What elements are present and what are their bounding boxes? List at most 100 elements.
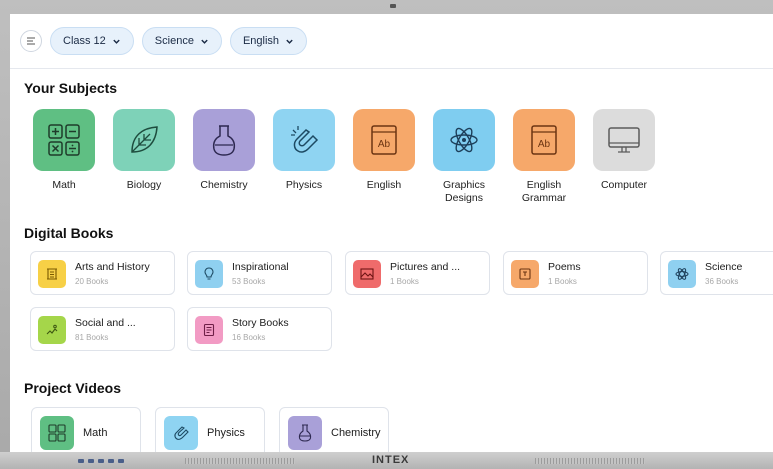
- subject-label: English: [366, 179, 402, 191]
- video-icon: [40, 416, 74, 450]
- video-card-chemistry[interactable]: Chemistry: [279, 407, 389, 452]
- brand-logo: INTEX: [372, 454, 410, 466]
- books-heading: Digital Books: [24, 225, 114, 241]
- book-title: Story Books: [232, 317, 289, 329]
- video-label: Physics: [207, 427, 245, 439]
- social-icon: [46, 324, 58, 335]
- book-title: Poems: [548, 261, 581, 273]
- subject-label: Math: [52, 179, 76, 191]
- subject-label: Computer: [600, 179, 648, 191]
- subject-tile: Ab: [353, 109, 415, 171]
- video-label: Chemistry: [331, 427, 381, 439]
- subject-computer[interactable]: Computer: [584, 109, 664, 205]
- camera-icon: [390, 4, 396, 8]
- book-card-pictures[interactable]: Pictures and ... 1 Books: [345, 251, 490, 295]
- top-bar: Class 12 Science English: [10, 14, 773, 68]
- scroll-icon: [47, 268, 57, 280]
- book-card-inspirational[interactable]: Inspirational 53 Books: [187, 251, 332, 295]
- magnet-icon: [174, 426, 189, 440]
- ab-book-icon: Ab: [531, 125, 557, 155]
- subject-math[interactable]: Math: [24, 109, 104, 205]
- speaker-grille-right: [535, 458, 645, 464]
- subjects-row: Math Biology Chemistry Physics Ab Englis…: [24, 109, 664, 205]
- book-title: Arts and History: [75, 261, 150, 273]
- videos-heading: Project Videos: [24, 380, 122, 396]
- book-count: 53 Books: [232, 277, 266, 286]
- book-icon: [668, 260, 696, 288]
- subject-tile: [433, 109, 495, 171]
- class-filter[interactable]: Class 12: [50, 27, 134, 55]
- book-count: 1 Books: [548, 277, 577, 286]
- subject-physics[interactable]: Physics: [264, 109, 344, 205]
- app-screen: Class 12 Science English Your Subjects M…: [10, 14, 773, 452]
- book-count: 36 Books: [705, 277, 739, 286]
- video-icon: [164, 416, 198, 450]
- book-count: 16 Books: [232, 333, 266, 342]
- book-card-poems[interactable]: Poems 1 Books: [503, 251, 648, 295]
- book-card-social[interactable]: Social and ... 81 Books: [30, 307, 175, 351]
- leaf-icon: [131, 126, 158, 153]
- svg-text:Ab: Ab: [378, 139, 391, 150]
- atom-icon: [450, 127, 478, 153]
- speaker-grille-left: [185, 458, 295, 464]
- subject-tile: [593, 109, 655, 171]
- book-icon: [195, 260, 223, 288]
- book-card-science[interactable]: Science 36 Books: [660, 251, 773, 295]
- bulb-icon: [204, 267, 214, 280]
- subject-tile: [113, 109, 175, 171]
- stream-filter[interactable]: Science: [141, 27, 222, 55]
- book-count: 1 Books: [390, 277, 419, 286]
- subjects-heading: Your Subjects: [24, 80, 118, 96]
- magnet-icon: [291, 126, 319, 153]
- book-card-arts-history[interactable]: Arts and History 20 Books: [30, 251, 175, 295]
- book-title: Inspirational: [232, 261, 289, 273]
- video-label: Math: [83, 427, 108, 439]
- book-card-story-books[interactable]: Story Books 16 Books: [187, 307, 332, 351]
- language-filter-label: English: [242, 35, 280, 47]
- story-icon: [203, 323, 215, 337]
- subject-label: Biology: [126, 179, 162, 191]
- subject-label: English Grammar: [521, 179, 567, 204]
- subject-tile: [193, 109, 255, 171]
- monitor-icon: [608, 127, 640, 153]
- front-ports: [78, 459, 124, 463]
- atom-icon: [675, 268, 689, 280]
- book-icon: [38, 316, 66, 344]
- flask-icon: [298, 424, 312, 442]
- chevron-down-icon: [286, 39, 293, 44]
- book-icon: [195, 316, 223, 344]
- book-title: Social and ...: [75, 317, 136, 329]
- video-card-physics[interactable]: Physics: [155, 407, 265, 452]
- book-title: Science: [705, 261, 743, 273]
- book-count: 20 Books: [75, 277, 109, 286]
- book-icon: [353, 260, 381, 288]
- subject-label: Graphics Designs: [442, 179, 485, 204]
- subject-biology[interactable]: Biology: [104, 109, 184, 205]
- picture-icon: [360, 268, 374, 280]
- poem-icon: [519, 268, 531, 280]
- subject-label: Physics: [285, 179, 323, 191]
- stream-filter-label: Science: [154, 35, 194, 47]
- class-filter-label: Class 12: [63, 35, 106, 47]
- chevron-down-icon: [113, 39, 120, 44]
- subject-english[interactable]: Ab English: [344, 109, 424, 205]
- book-icon: [511, 260, 539, 288]
- subject-label: Chemistry: [200, 179, 248, 191]
- calculator-icon: [48, 424, 66, 442]
- subject-chemistry[interactable]: Chemistry: [184, 109, 264, 205]
- subject-tile: Ab: [513, 109, 575, 171]
- chevron-down-icon: [201, 39, 208, 44]
- video-card-math[interactable]: Math: [31, 407, 141, 452]
- book-title: Pictures and ...: [390, 261, 461, 273]
- subject-english-grammar[interactable]: Ab English Grammar: [504, 109, 584, 205]
- calculator-icon: [48, 124, 80, 156]
- video-icon: [288, 416, 322, 450]
- subject-graphics-designs[interactable]: Graphics Designs: [424, 109, 504, 205]
- subject-tile: [273, 109, 335, 171]
- language-filter[interactable]: English: [229, 27, 308, 55]
- flask-icon: [212, 125, 236, 156]
- subject-tile: [33, 109, 95, 171]
- svg-text:Ab: Ab: [538, 139, 551, 150]
- hamburger-icon: [27, 37, 35, 45]
- menu-button[interactable]: [20, 30, 42, 52]
